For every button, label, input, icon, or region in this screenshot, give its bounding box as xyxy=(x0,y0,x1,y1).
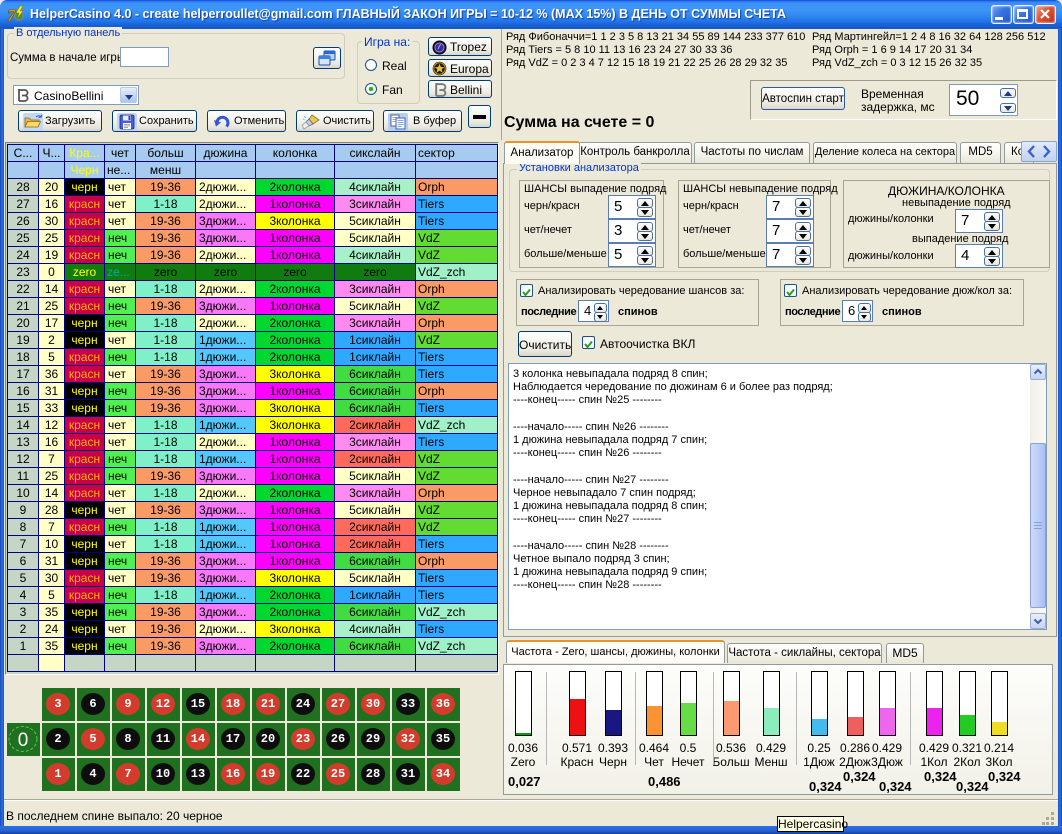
svg-text:0: 0 xyxy=(18,730,29,751)
